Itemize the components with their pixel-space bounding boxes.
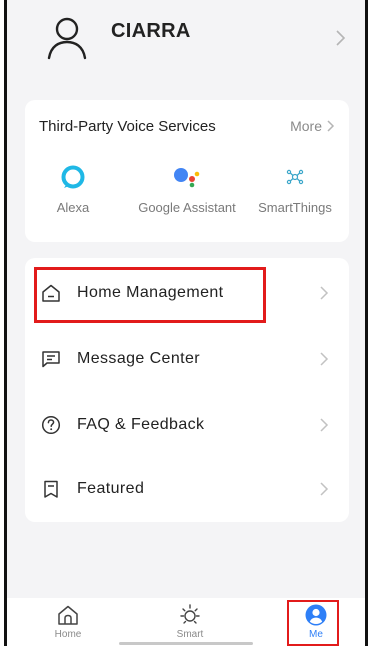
voice-services-card: Third-Party Voice Services More Alexa Go… — [25, 100, 349, 242]
alexa-icon — [61, 165, 85, 189]
menu-item-faq-feedback[interactable]: FAQ & Feedback — [25, 392, 349, 458]
bottom-tab-bar: Home Smart Me — [7, 598, 365, 646]
tab-me[interactable]: Me — [281, 602, 351, 640]
service-label: SmartThings — [258, 200, 332, 215]
service-label: Alexa — [56, 200, 90, 215]
tab-smart[interactable]: Smart — [155, 602, 225, 640]
bookmark-icon — [44, 480, 58, 498]
tab-label: Smart — [176, 629, 204, 640]
more-label: More — [290, 118, 322, 134]
service-google-assistant[interactable]: Google Assistant — [137, 162, 237, 216]
tab-label: Home — [54, 629, 82, 640]
question-icon — [41, 415, 61, 435]
house-icon — [58, 605, 78, 625]
user-icon — [305, 604, 327, 626]
chevron-right-icon — [320, 352, 329, 366]
chevron-right-icon — [320, 482, 329, 496]
more-link[interactable]: More — [290, 118, 335, 134]
smartthings-icon — [286, 169, 304, 185]
chevron-right-icon — [336, 30, 346, 46]
message-icon — [42, 351, 60, 368]
service-label: Google Assistant — [138, 200, 236, 215]
service-alexa[interactable]: Alexa — [23, 162, 123, 216]
home-indicator — [119, 642, 253, 645]
voice-services-title: Third-Party Voice Services — [39, 118, 216, 135]
chevron-right-icon — [320, 286, 329, 300]
user-icon — [47, 17, 87, 60]
menu-item-label: Featured — [77, 480, 145, 497]
profile-header[interactable]: CIARRA — [7, 0, 365, 90]
menu-item-message-center[interactable]: Message Center — [25, 326, 349, 392]
tab-label: Me — [309, 629, 323, 640]
username: CIARRA — [111, 20, 191, 42]
app-screen: CIARRA Third-Party Voice Services More A… — [4, 0, 368, 646]
menu-item-label: Message Center — [77, 350, 200, 367]
google-assistant-icon — [174, 168, 200, 188]
service-smartthings[interactable]: SmartThings — [245, 162, 345, 216]
settings-menu-card: Home Management Message Center FAQ & Fee… — [25, 258, 349, 522]
menu-item-home-management[interactable]: Home Management — [25, 260, 349, 326]
house-icon — [42, 284, 60, 302]
menu-item-label: FAQ & Feedback — [77, 416, 205, 433]
sun-icon — [180, 604, 200, 624]
chevron-right-icon — [327, 120, 335, 132]
tab-home[interactable]: Home — [33, 602, 103, 640]
menu-item-featured[interactable]: Featured — [25, 456, 349, 522]
chevron-right-icon — [320, 418, 329, 432]
menu-item-label: Home Management — [77, 284, 224, 301]
